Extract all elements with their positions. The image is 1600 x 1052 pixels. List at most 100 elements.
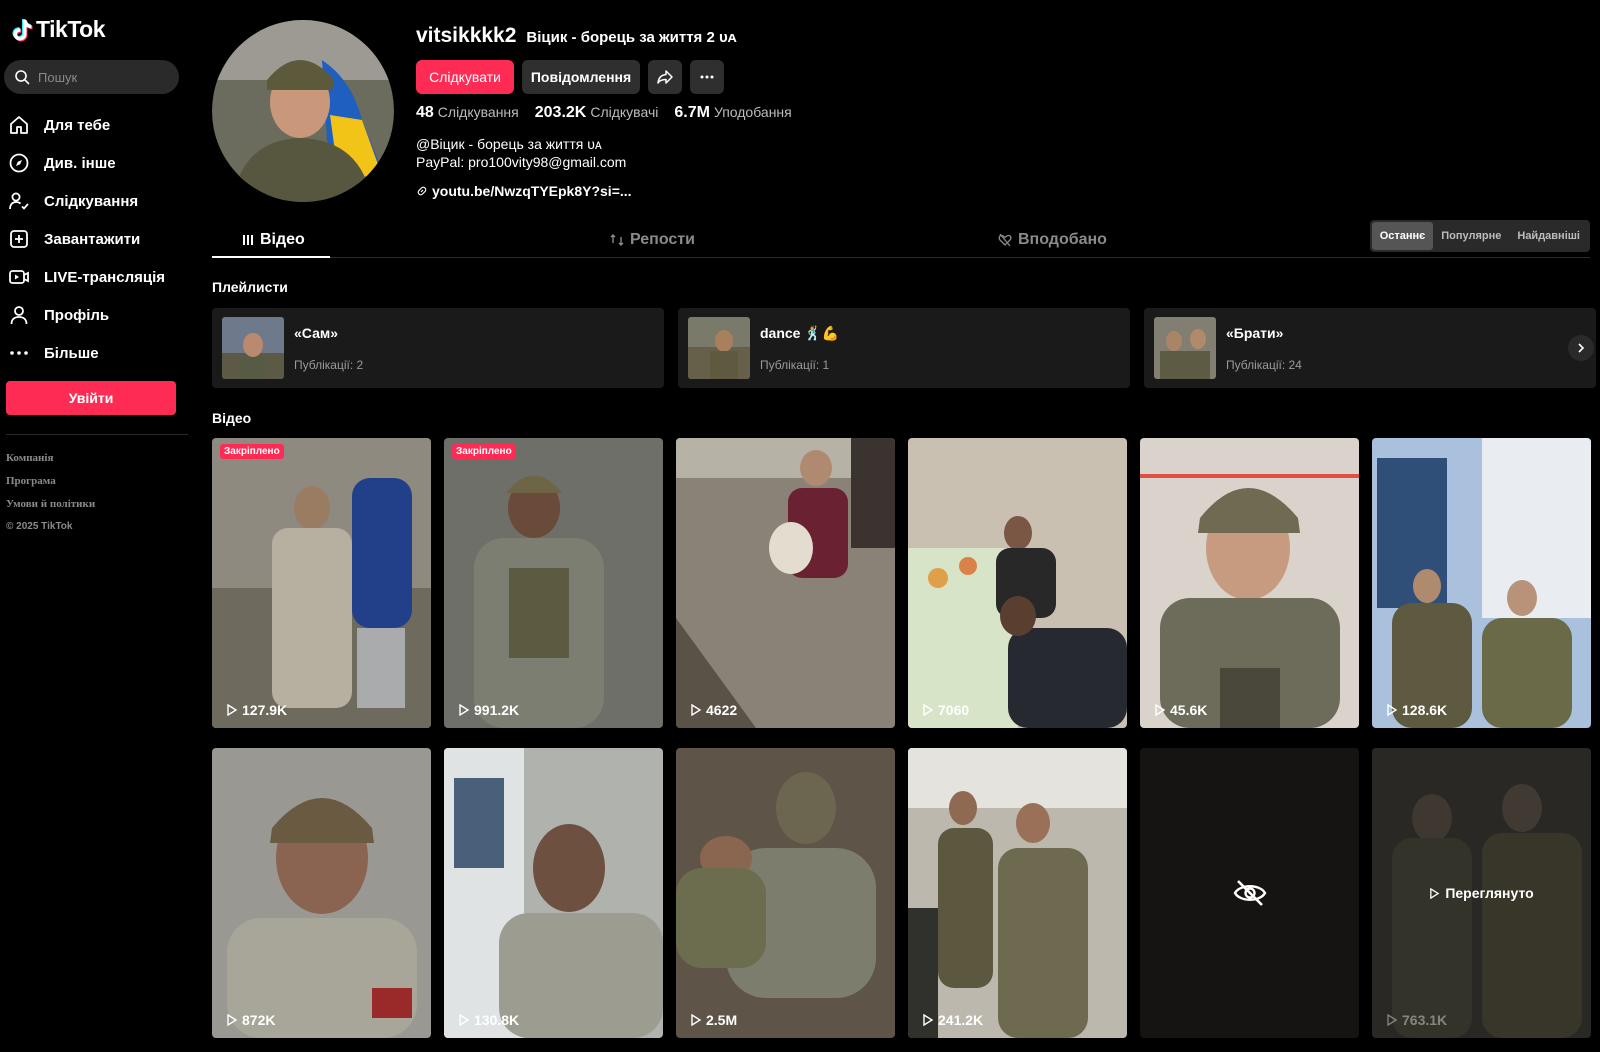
video-views: 2.5M	[690, 1012, 737, 1028]
nav-following-label: Слідкування	[44, 192, 139, 210]
stat-following[interactable]: 48 Слідкування	[416, 104, 519, 122]
video-card[interactable]: 45.6K	[1140, 438, 1359, 728]
tab-liked-label: Вподобано	[1018, 231, 1107, 248]
message-button[interactable]: Повідомлення	[522, 60, 640, 94]
stat-following-label: Слідкування	[437, 104, 519, 120]
profile-link-text: youtu.be/NwzqTYEpk8Y?si=...	[432, 183, 632, 199]
playlist-card[interactable]: «Брати» Публікації: 24	[1144, 308, 1596, 388]
hidden-overlay	[1140, 748, 1359, 1038]
play-icon	[1387, 704, 1398, 716]
share-button[interactable]	[648, 60, 682, 94]
tab-liked[interactable]: Вподобано	[998, 222, 1107, 258]
footer-links: Компанія Програма Умови й політики © 202…	[6, 452, 95, 544]
stat-followers-label: Слідкувачі	[590, 104, 659, 120]
playlist-count: Публікації: 2	[294, 358, 364, 372]
play-icon	[459, 1014, 470, 1026]
playlist-name: «Сам»	[294, 325, 338, 341]
nav-upload[interactable]: Завантажити	[8, 220, 183, 258]
tab-videos[interactable]: Відео	[242, 222, 305, 258]
compass-icon	[9, 153, 29, 173]
stat-followers-value: 203.2K	[534, 104, 587, 121]
tab-reposts[interactable]: Репости	[610, 222, 695, 258]
profile-link[interactable]: youtu.be/NwzqTYEpk8Y?si=...	[416, 183, 632, 199]
stat-followers[interactable]: 203.2K Слідкувачі	[535, 104, 659, 122]
share-icon	[657, 70, 673, 84]
grid-icon	[243, 235, 253, 245]
nav-more[interactable]: Більше	[8, 334, 183, 372]
search-box[interactable]	[4, 60, 179, 94]
hidden-heart-icon	[998, 233, 1012, 247]
play-icon	[1387, 1014, 1398, 1026]
video-card[interactable]: 872K	[212, 748, 431, 1038]
video-card-hidden[interactable]	[1140, 748, 1359, 1038]
tab-reposts-label: Репости	[630, 231, 695, 248]
video-views: 872K	[226, 1012, 275, 1028]
sort-popular[interactable]: Популярне	[1433, 222, 1509, 250]
more-dots-icon	[10, 351, 28, 355]
video-card[interactable]: 2.5M	[676, 748, 895, 1038]
video-card[interactable]: 241.2K	[908, 748, 1127, 1038]
nav-profile[interactable]: Профіль	[8, 296, 183, 334]
nav-explore-label: Див. інше	[44, 154, 116, 172]
following-icon	[9, 192, 29, 210]
copyright: © 2025 TikTok	[6, 521, 73, 532]
video-card-watched[interactable]: Переглянуто 763.1K	[1372, 748, 1591, 1038]
stat-following-value: 48	[416, 104, 434, 121]
video-card[interactable]: 7060	[908, 438, 1127, 728]
bio-line: PayPal: pro100vity98@gmail.com	[416, 154, 627, 170]
video-views: 130.8K	[458, 1012, 519, 1028]
upload-plus-icon	[10, 230, 28, 248]
play-icon	[691, 1014, 702, 1026]
playlist-card[interactable]: «Сам» Публікації: 2	[212, 308, 664, 388]
playlist-card[interactable]: dance 🕺💪 Публікації: 1	[678, 308, 1130, 388]
watched-label: Переглянуто	[1445, 885, 1534, 901]
play-icon	[459, 704, 470, 716]
main-nav: Для тебе Див. інше Слідкування Завантажи…	[8, 106, 183, 372]
nav-following[interactable]: Слідкування	[8, 182, 183, 220]
nav-for-you[interactable]: Для тебе	[8, 106, 183, 144]
playlists-next-button[interactable]	[1568, 335, 1594, 361]
video-card[interactable]: 128.6K	[1372, 438, 1591, 728]
watched-overlay: Переглянуто	[1372, 748, 1591, 1038]
avatar	[212, 20, 394, 202]
profile-icon	[10, 306, 28, 325]
footer-terms-link[interactable]: Умови й політики	[6, 498, 95, 521]
footer-program-link[interactable]: Програма	[6, 475, 95, 498]
video-views: 763.1K	[1386, 1012, 1447, 1028]
play-icon	[1430, 887, 1440, 899]
play-icon	[923, 1014, 934, 1026]
video-card[interactable]: Закріплено 127.9K	[212, 438, 431, 728]
video-views: 7060	[922, 702, 969, 718]
more-options-button[interactable]	[690, 60, 724, 94]
video-views: 991.2K	[458, 702, 519, 718]
tab-videos-label: Відео	[260, 231, 305, 248]
play-icon	[923, 704, 934, 716]
sort-latest[interactable]: Останнє	[1371, 222, 1434, 250]
bio-line: @Віцик - борець за життя ᴜᴀ	[416, 136, 602, 152]
sort-oldest[interactable]: Найдавніші	[1509, 222, 1588, 250]
follow-button[interactable]: Слідкувати	[416, 60, 514, 94]
nav-explore[interactable]: Див. інше	[8, 144, 183, 182]
play-icon	[691, 704, 702, 716]
video-views-count: 872K	[242, 1012, 276, 1028]
login-button[interactable]: Увійти	[6, 381, 176, 415]
video-views: 241.2K	[922, 1012, 983, 1028]
playlists-row: «Сам» Публікації: 2 dance 🕺💪 Публікації:…	[212, 308, 1596, 388]
more-horizontal-icon	[700, 75, 714, 79]
playlist-thumbnail	[688, 317, 750, 379]
tiktok-logo[interactable]: TikTok	[8, 16, 106, 43]
sidebar: TikTok Для тебе Див. інше Слідкування	[0, 0, 190, 1052]
play-icon	[1155, 704, 1166, 716]
profile-bio: @Віцик - борець за життя ᴜᴀ PayPal: pro1…	[416, 135, 626, 171]
footer-company-link[interactable]: Компанія	[6, 452, 95, 475]
video-card[interactable]: 4622	[676, 438, 895, 728]
username: vitsikkkk2	[416, 24, 517, 47]
playlist-count: Публікації: 1	[760, 358, 830, 372]
video-card[interactable]: Закріплено 991.2K	[444, 438, 663, 728]
video-card[interactable]: 130.8K	[444, 748, 663, 1038]
nav-live[interactable]: LIVE-трансляція	[8, 258, 183, 296]
sort-toggle: Останнє Популярне Найдавніші	[1369, 220, 1590, 252]
playlist-count: Публікації: 24	[1226, 358, 1302, 372]
stat-likes-label: Уподобання	[713, 104, 792, 120]
search-input[interactable]	[38, 69, 163, 85]
